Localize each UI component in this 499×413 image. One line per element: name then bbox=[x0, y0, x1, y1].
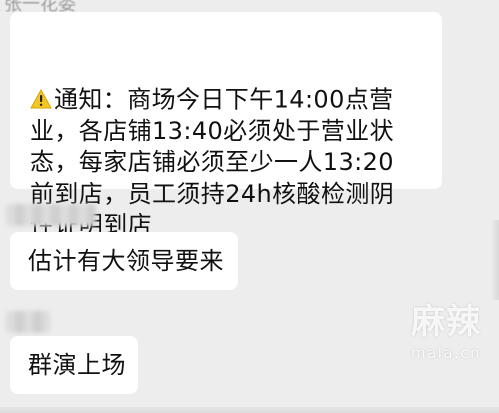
watermark-logo-text: 麻辣 bbox=[411, 302, 481, 342]
bottom-divider bbox=[0, 407, 499, 413]
message-bubble-notice[interactable]: 通知：商场今日下午14:00点营 业，各店铺13:40必须处于营业状 态，每家店… bbox=[10, 12, 442, 239]
message-bubble-stage[interactable]: 群演上场 bbox=[10, 336, 138, 394]
warning-icon bbox=[30, 55, 52, 109]
scroll-edge bbox=[491, 220, 499, 300]
sender-avatar-blurred-2 bbox=[6, 311, 50, 333]
message-text-estimate: 估计有大领导要来 bbox=[28, 247, 224, 275]
site-watermark: 麻辣 mala.cn bbox=[403, 302, 489, 362]
message-text-stage: 群演上场 bbox=[28, 351, 126, 379]
sender-avatar-blurred bbox=[6, 204, 96, 226]
message-bubble-estimate[interactable]: 估计有大领导要来 bbox=[10, 232, 238, 290]
watermark-domain: mala.cn bbox=[410, 344, 482, 362]
